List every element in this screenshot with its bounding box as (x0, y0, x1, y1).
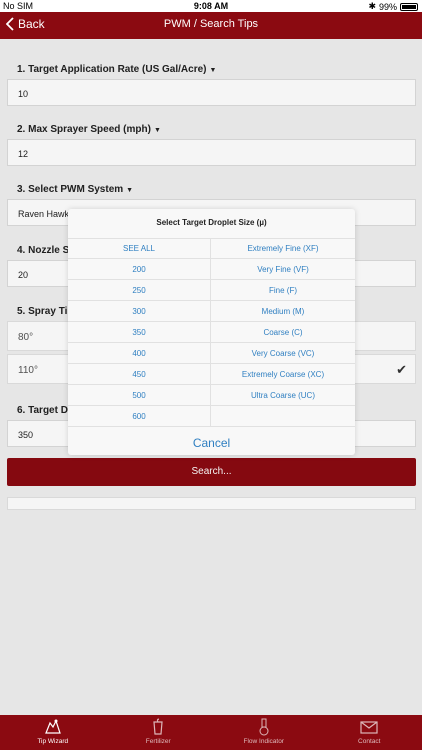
tab-label: Flow Indicator (243, 738, 284, 745)
content-area: 1. Target Application Rate (US Gal/Acre)… (0, 39, 422, 715)
tip-wizard-icon (44, 719, 61, 734)
status-right: ✱ 99% (368, 1, 418, 12)
picker-title: Select Target Droplet Size (µ) (156, 218, 267, 227)
droplet-size-option[interactable]: 500 (68, 385, 211, 406)
droplet-size-picker: Select Target Droplet Size (µ) SEE ALL Ex… (68, 209, 355, 455)
tab-flow-indicator[interactable]: Flow Indicator (211, 715, 317, 750)
tab-fertilizer[interactable]: Fertilizer (106, 715, 212, 750)
status-bar: No SIM 9:08 AM ✱ 99% (0, 0, 422, 12)
page-title: PWM / Search Tips (163, 18, 259, 30)
droplet-size-option[interactable]: 200 (68, 259, 211, 280)
cancel-button[interactable]: Cancel (68, 436, 355, 450)
tab-contact[interactable]: Contact (317, 715, 422, 750)
droplet-size-option[interactable]: SEE ALL (68, 238, 211, 259)
droplet-class-option[interactable]: Fine (F) (211, 280, 355, 301)
droplet-size-option[interactable]: 250 (68, 280, 211, 301)
tab-tip-wizard[interactable]: Tip Wizard (0, 715, 106, 750)
droplet-size-option[interactable]: 400 (68, 343, 211, 364)
droplet-size-option[interactable]: 350 (68, 322, 211, 343)
envelope-icon (360, 721, 378, 734)
tab-label: Contact (358, 738, 381, 745)
droplet-class-option[interactable]: Medium (M) (211, 301, 355, 322)
droplet-size-option[interactable]: 450 (68, 364, 211, 385)
tab-label: Fertilizer (145, 738, 171, 745)
battery-icon (400, 2, 418, 11)
droplet-class-option[interactable]: Coarse (C) (211, 322, 355, 343)
navigation-bar: Back PWM / Search Tips (0, 12, 422, 39)
tab-label: Tip Wizard (37, 738, 69, 745)
droplet-size-option[interactable]: 300 (68, 301, 211, 322)
droplet-class-option (211, 406, 355, 427)
tab-bar: Tip Wizard Fertilizer Flow Indicator Con… (0, 715, 422, 750)
droplet-class-option[interactable]: Extremely Fine (XF) (211, 238, 355, 259)
fertilizer-icon (153, 718, 163, 735)
droplet-class-option[interactable]: Ultra Coarse (UC) (211, 385, 355, 406)
bluetooth-icon: ✱ (368, 1, 376, 11)
flow-indicator-icon (259, 718, 269, 736)
droplet-size-option[interactable]: 600 (68, 406, 211, 427)
droplet-class-option[interactable]: Extremely Coarse (XC) (211, 364, 355, 385)
battery-percent: 99% (378, 1, 397, 12)
status-time: 9:08 AM (193, 1, 229, 11)
droplet-class-option[interactable]: Very Fine (VF) (211, 259, 355, 280)
droplet-class-option[interactable]: Very Coarse (VC) (211, 343, 355, 364)
